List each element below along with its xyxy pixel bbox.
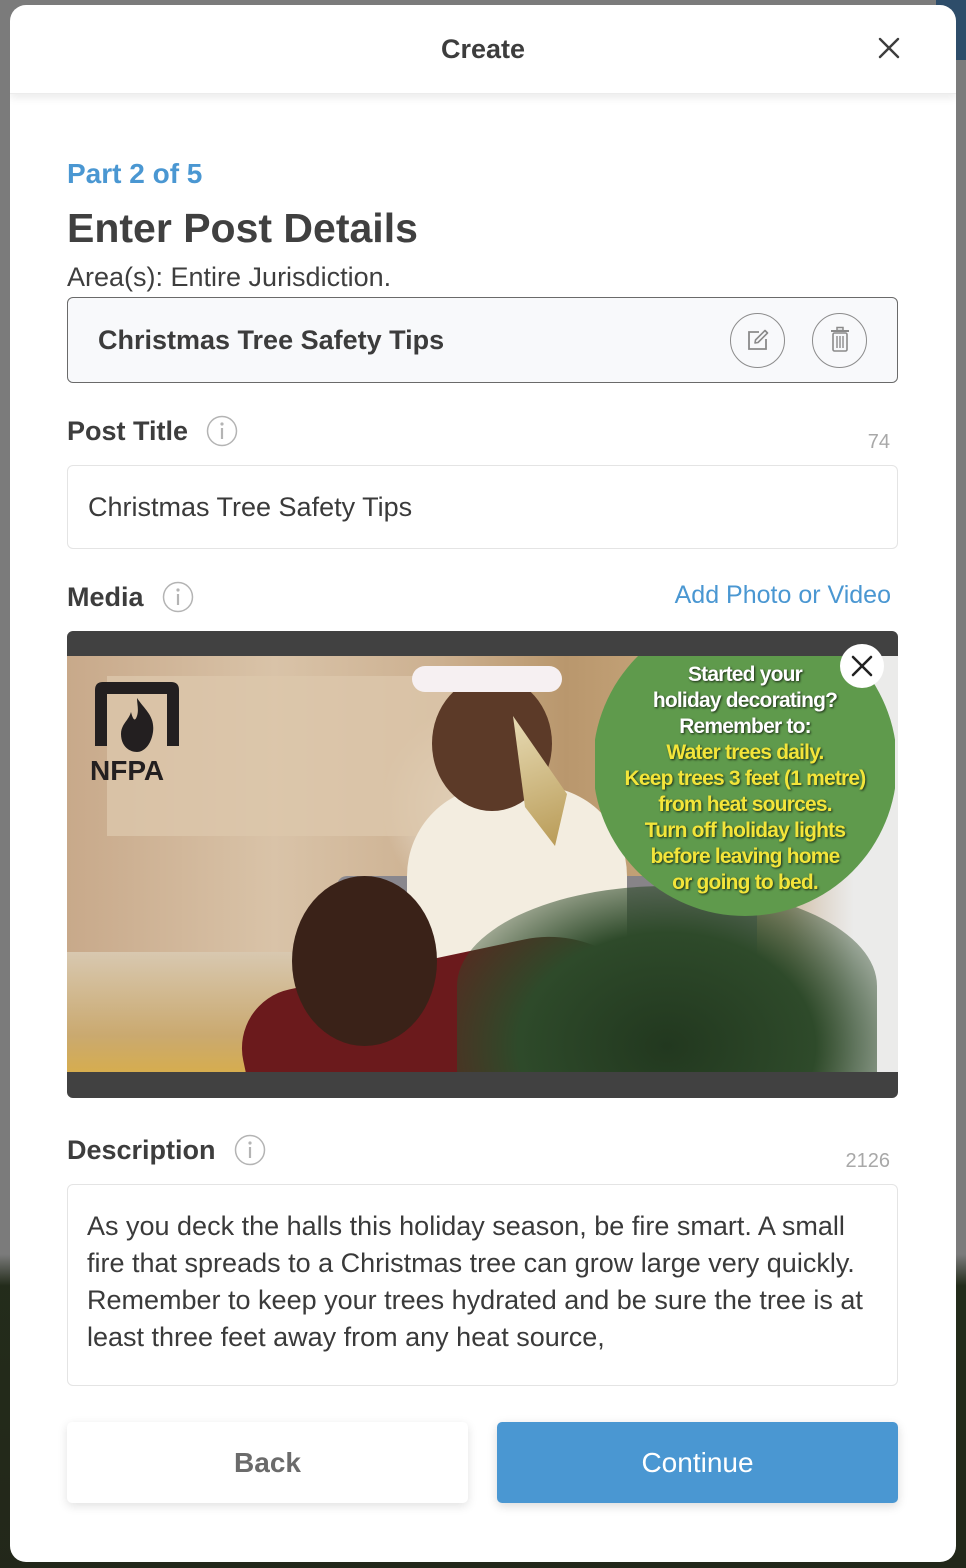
tip-line: from heat sources. — [658, 793, 832, 816]
edit-icon — [747, 329, 768, 350]
continue-button[interactable]: Continue — [497, 1422, 898, 1503]
description-info-button[interactable] — [234, 1134, 266, 1166]
tip-line: Water trees daily. — [666, 741, 824, 764]
post-title-char-count: 74 — [867, 431, 890, 453]
modal-header: Create — [10, 5, 956, 94]
media-preview: NFPA Started your holiday decorating? Re… — [67, 631, 898, 1098]
edit-template-button[interactable] — [730, 312, 785, 368]
tip-line: before leaving home — [650, 845, 840, 868]
media-info-button[interactable] — [162, 581, 194, 613]
media-label: Media — [67, 581, 144, 612]
description-char-count: 2126 — [845, 1150, 891, 1172]
template-name: Christmas Tree Safety Tips — [98, 324, 445, 355]
info-icon — [234, 1134, 265, 1166]
modal-title: Create — [440, 33, 526, 64]
post-title-label: Post Title — [67, 415, 189, 446]
post-title-label-row: Post Title 74 — [67, 413, 898, 454]
tip-line: Remember to: — [679, 715, 811, 738]
area-text: Area(s): Entire Jurisdiction. — [67, 262, 392, 292]
photo-christmas-tree — [457, 886, 877, 1072]
post-title-value: Christmas Tree Safety Tips — [88, 491, 413, 522]
close-icon — [878, 37, 900, 59]
description-label-row: Description 2126 — [67, 1132, 898, 1173]
media-label-row: Media Add Photo or Video — [67, 579, 898, 615]
selected-template-card: Christmas Tree Safety Tips — [67, 297, 898, 383]
photo-man-head — [292, 876, 437, 1046]
media-image: NFPA Started your holiday decorating? Re… — [67, 656, 898, 1072]
tip-line: Keep trees 3 feet (1 metre) — [624, 767, 866, 790]
remove-media-button[interactable] — [840, 644, 884, 688]
close-button[interactable] — [876, 35, 902, 61]
info-icon — [206, 415, 238, 447]
tip-line: Turn off holiday lights — [644, 819, 846, 842]
tip-line: or going to bed. — [672, 871, 819, 894]
description-value: As you deck the halls this holiday seaso… — [87, 1211, 863, 1352]
close-icon — [851, 655, 873, 677]
nfpa-flame-icon: NFPA — [90, 682, 179, 786]
post-title-input[interactable]: Christmas Tree Safety Tips — [67, 465, 898, 549]
delete-template-button[interactable] — [812, 312, 867, 368]
add-photo-or-video-link[interactable]: Add Photo or Video — [675, 581, 891, 610]
nfpa-logo-text: NFPA — [90, 755, 164, 786]
description-label: Description — [67, 1134, 216, 1165]
page-title: Enter Post Details — [67, 205, 418, 251]
modal-content: Part 2 of 5 Enter Post Details Area(s): … — [10, 158, 956, 1503]
trash-icon — [830, 326, 849, 352]
create-post-modal: Create Part 2 of 5 Enter Post Details Ar… — [10, 5, 956, 1562]
tip-line: Started your — [687, 663, 803, 686]
nfpa-logo: NFPA — [87, 676, 187, 786]
post-title-info-button[interactable] — [206, 415, 238, 447]
step-indicator: Part 2 of 5 — [67, 158, 203, 189]
info-icon — [162, 581, 193, 613]
photo-headband — [412, 666, 562, 692]
description-textarea[interactable]: As you deck the halls this holiday seaso… — [67, 1184, 898, 1386]
tip-line: holiday decorating? — [652, 689, 838, 712]
back-button[interactable]: Back — [67, 1422, 468, 1503]
modal-actions: Back Continue — [67, 1422, 898, 1503]
